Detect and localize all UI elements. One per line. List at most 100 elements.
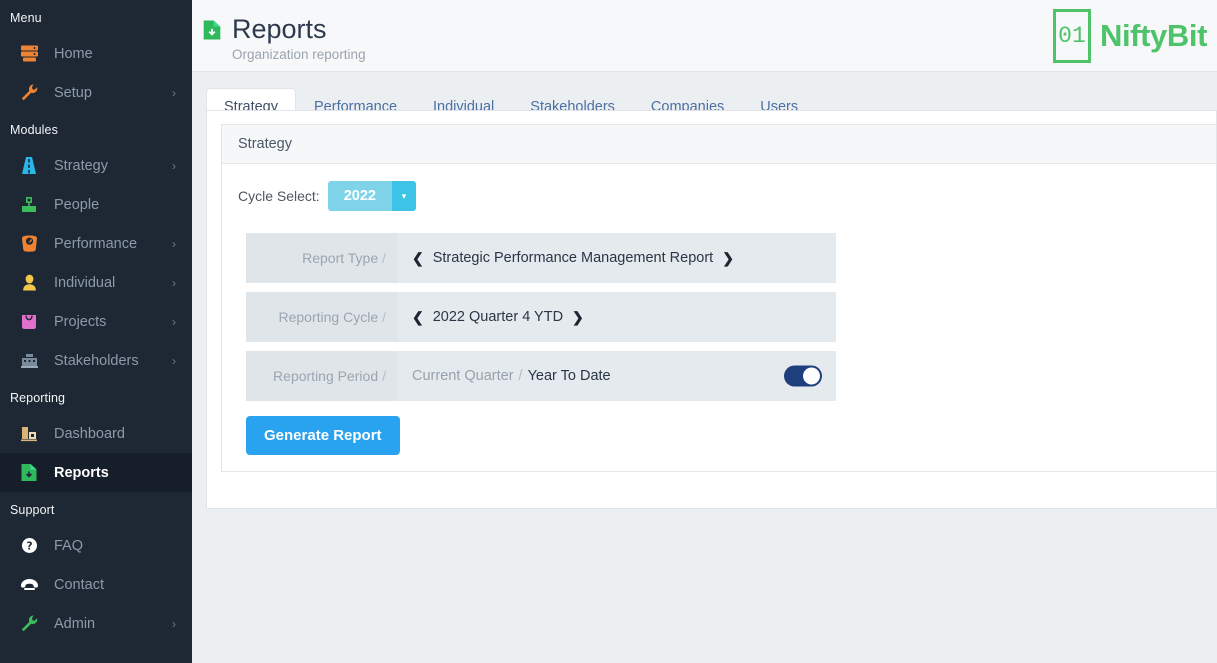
field-label-text: Reporting Period xyxy=(273,368,379,384)
field-reporting-cycle: Reporting Cycle / ❮ 2022 Quarter 4 YTD ❯ xyxy=(246,292,836,342)
sidebar-item-contact[interactable]: Contact xyxy=(0,565,192,604)
report-fields: Report Type / ❮ Strategic Performance Ma… xyxy=(246,233,836,455)
page-header-left: Reports Organization reporting xyxy=(198,10,366,62)
tab-panel-strategy: Strategy Cycle Select: 2022 ▾ Report Typ… xyxy=(206,110,1217,509)
next-arrow-icon[interactable]: ❯ xyxy=(572,309,584,326)
bar-chart-icon xyxy=(18,424,40,444)
people-icon xyxy=(18,195,40,215)
page-header: Reports Organization reporting 01 NiftyB… xyxy=(192,0,1217,72)
field-label-text: Report Type xyxy=(302,250,379,266)
page-header-text: Reports Organization reporting xyxy=(232,10,366,62)
cycle-select-label: Cycle Select: xyxy=(238,188,320,204)
sidebar: Menu Home Setup › Modules Strategy › Peo… xyxy=(0,0,192,663)
field-label: Report Type / xyxy=(246,233,398,283)
briefcase-icon xyxy=(18,312,40,332)
sidebar-item-label: Projects xyxy=(54,313,107,330)
sidebar-item-admin[interactable]: Admin › xyxy=(0,604,192,643)
sidebar-item-dashboard[interactable]: Dashboard xyxy=(0,414,192,453)
chevron-right-icon: › xyxy=(172,353,176,368)
sidebar-item-stakeholders[interactable]: Stakeholders › xyxy=(0,341,192,380)
sidebar-item-label: Stakeholders xyxy=(54,352,139,369)
gauge-icon xyxy=(18,234,40,254)
sidebar-item-label: Performance xyxy=(54,235,138,252)
brand-name: NiftyBit xyxy=(1099,17,1207,53)
sidebar-item-label: Dashboard xyxy=(54,425,125,442)
prev-arrow-icon[interactable]: ❮ xyxy=(412,250,424,267)
chevron-right-icon: › xyxy=(172,275,176,290)
field-label-slash: / xyxy=(382,250,386,266)
field-value-cell: ❮ 2022 Quarter 4 YTD ❯ xyxy=(398,292,836,342)
sidebar-item-performance[interactable]: Performance › xyxy=(0,224,192,263)
chevron-right-icon: › xyxy=(172,616,176,631)
prev-arrow-icon[interactable]: ❮ xyxy=(412,309,424,326)
tabs-container: Strategy Performance Individual Stakehol… xyxy=(192,72,1217,127)
sidebar-item-setup[interactable]: Setup › xyxy=(0,73,192,112)
report-document-icon xyxy=(202,19,222,46)
field-value-text: 2022 Quarter 4 YTD xyxy=(432,309,564,325)
field-label-slash: / xyxy=(382,309,386,325)
sidebar-item-label: People xyxy=(54,196,100,213)
sidebar-item-reports[interactable]: Reports xyxy=(0,453,192,492)
field-report-type: Report Type / ❮ Strategic Performance Ma… xyxy=(246,233,836,283)
server-stack-icon xyxy=(18,44,40,64)
sidebar-item-faq[interactable]: ? FAQ xyxy=(0,526,192,565)
chevron-right-icon: › xyxy=(172,85,176,100)
cycle-select-dropdown[interactable]: 2022 ▾ xyxy=(327,181,416,211)
person-icon xyxy=(18,273,40,293)
road-icon xyxy=(18,156,40,176)
app-root: Menu Home Setup › Modules Strategy › Peo… xyxy=(0,0,1217,663)
chevron-right-icon: › xyxy=(172,314,176,329)
sidebar-item-projects[interactable]: Projects › xyxy=(0,302,192,341)
report-document-icon xyxy=(18,463,40,483)
strategy-card: Strategy Cycle Select: 2022 ▾ Report Typ… xyxy=(221,124,1216,472)
wrench-green-icon xyxy=(18,614,40,634)
field-value-cell: ❮ Strategic Performance Management Repor… xyxy=(398,233,836,283)
sidebar-item-strategy[interactable]: Strategy › xyxy=(0,146,192,185)
period-option-year-to-date[interactable]: Year To Date xyxy=(528,368,611,384)
svg-text:?: ? xyxy=(26,540,32,552)
sidebar-item-label: Home xyxy=(54,45,93,62)
field-label-slash: / xyxy=(382,368,386,384)
sidebar-item-label: Reports xyxy=(54,464,109,481)
chevron-down-icon: ▾ xyxy=(391,181,416,211)
wrench-icon xyxy=(18,83,40,103)
reporting-period-toggle[interactable] xyxy=(784,365,822,387)
sidebar-item-label: Contact xyxy=(54,576,104,593)
sidebar-item-label: Strategy xyxy=(54,157,108,174)
field-label-text: Reporting Cycle xyxy=(278,309,379,325)
sidebar-section-reporting: Reporting xyxy=(10,391,66,405)
main-content: Reports Organization reporting 01 NiftyB… xyxy=(192,0,1217,663)
sidebar-item-people[interactable]: People xyxy=(0,185,192,224)
sidebar-item-label: FAQ xyxy=(54,537,84,554)
field-value-cell: Current Quarter / Year To Date xyxy=(398,351,836,401)
sidebar-section-support: Support xyxy=(10,503,55,517)
brand-mark-01: 01 xyxy=(1052,8,1091,63)
sidebar-section-modules: Modules xyxy=(10,123,58,137)
building-icon xyxy=(18,351,40,371)
period-option-current-quarter[interactable]: Current Quarter xyxy=(412,368,514,384)
brand-logo: 01 NiftyBit xyxy=(1052,8,1207,63)
chevron-right-icon: › xyxy=(172,236,176,251)
telephone-icon xyxy=(18,575,40,595)
field-reporting-period: Reporting Period / Current Quarter / Yea… xyxy=(246,351,836,401)
sidebar-item-label: Admin xyxy=(54,615,96,632)
chevron-right-icon: › xyxy=(172,158,176,173)
sidebar-section-menu: Menu xyxy=(10,11,42,25)
field-label: Reporting Cycle / xyxy=(246,292,398,342)
page-subtitle: Organization reporting xyxy=(232,46,366,62)
sidebar-item-label: Setup xyxy=(54,84,92,101)
card-body: Cycle Select: 2022 ▾ Report Type / ❮ Str… xyxy=(222,164,1216,455)
page-title: Reports xyxy=(232,13,327,44)
card-title: Strategy xyxy=(222,125,1216,164)
generate-report-button[interactable]: Generate Report xyxy=(246,416,400,455)
cycle-select-row: Cycle Select: 2022 ▾ xyxy=(238,181,1200,211)
sidebar-item-home[interactable]: Home xyxy=(0,34,192,73)
toggle-knob xyxy=(803,367,820,385)
sidebar-item-individual[interactable]: Individual › xyxy=(0,263,192,302)
cycle-select-value: 2022 xyxy=(327,181,392,211)
next-arrow-icon[interactable]: ❯ xyxy=(722,250,734,267)
period-separator: / xyxy=(518,368,523,384)
field-value-text: Strategic Performance Management Report xyxy=(432,250,714,266)
field-label: Reporting Period / xyxy=(246,351,398,401)
sidebar-item-label: Individual xyxy=(54,274,116,291)
